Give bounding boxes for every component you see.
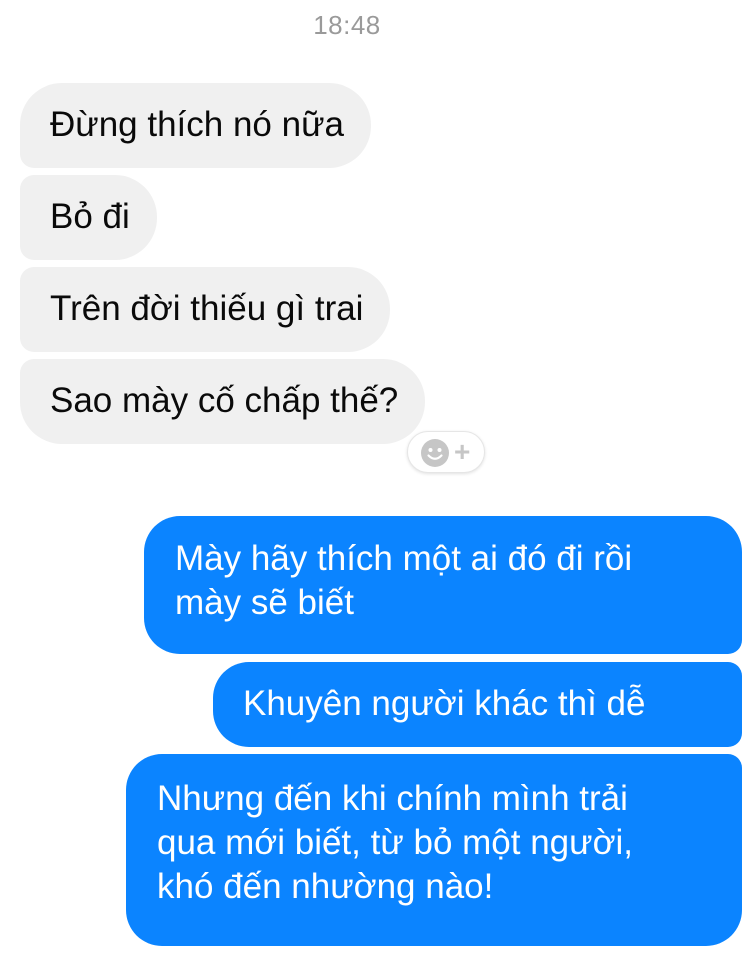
incoming-message-bubble[interactable]: Trên đời thiếu gì trai <box>20 267 391 352</box>
message-text: Trên đời thiếu gì trai <box>50 289 364 328</box>
message-text-line: khó đến nhường nào! <box>157 867 494 906</box>
message-text: Đừng thích nó nữa <box>50 105 344 144</box>
message-text: Sao mày cố chấp thế? <box>50 381 399 420</box>
message-text: Bỏ đi <box>50 197 130 236</box>
message-text-line: mày sẽ biết <box>175 583 354 622</box>
plus-icon: + <box>454 436 471 467</box>
message-text-line: Khuyên người khác thì dễ <box>243 684 646 723</box>
incoming-message-bubble[interactable]: Sao mày cố chấp thế? <box>20 359 426 444</box>
incoming-message-bubble[interactable]: Bỏ đi <box>20 175 157 260</box>
incoming-message-bubble[interactable]: Đừng thích nó nữa <box>20 83 371 168</box>
outgoing-message-bubble[interactable]: Nhưng đến khi chính mình trải qua mới bi… <box>126 754 742 946</box>
outgoing-message-bubble[interactable]: Khuyên người khác thì dễ <box>213 662 742 747</box>
message-text-line: Nhưng đến khi chính mình trải <box>157 779 628 818</box>
smiley-icon <box>421 439 449 467</box>
outgoing-message-bubble[interactable]: Mày hãy thích một ai đó đi rồi mày sẽ bi… <box>144 516 742 654</box>
message-text-line: Mày hãy thích một ai đó đi rồi <box>175 539 633 578</box>
message-timestamp: 18:48 <box>313 10 381 40</box>
add-reaction-button[interactable]: + <box>407 431 485 473</box>
message-text-line: qua mới biết, từ bỏ một người, <box>157 823 634 862</box>
